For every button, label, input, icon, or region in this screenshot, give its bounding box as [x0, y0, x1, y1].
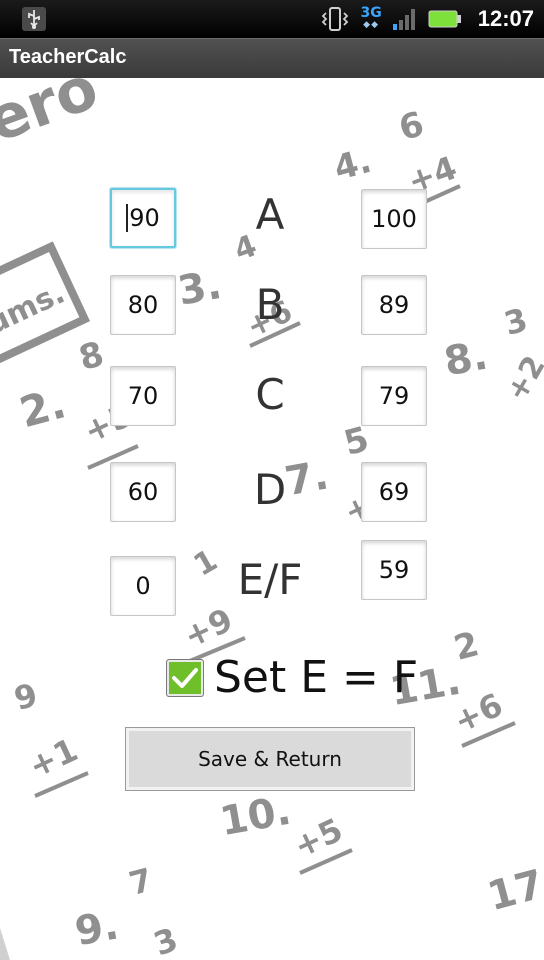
grade-letter-c: C: [255, 370, 285, 419]
svg-text:+9: +9: [178, 600, 239, 655]
3g-icon: 3G ◆◆: [360, 5, 382, 30]
usb-icon: [22, 7, 46, 31]
svg-text:3: 3: [149, 920, 183, 960]
svg-text:10.: 10.: [217, 788, 295, 846]
app-title: TeacherCalc: [9, 46, 127, 68]
svg-text:4.: 4.: [330, 141, 376, 189]
grade-a-max-input[interactable]: 100: [361, 189, 427, 249]
svg-text:+2: +2: [499, 350, 544, 407]
set-e-equals-f-row[interactable]: Set E = F: [166, 652, 418, 704]
svg-text:1: 1: [188, 543, 224, 584]
save-return-button[interactable]: Save & Return: [125, 727, 415, 791]
grade-b-min-input[interactable]: 80: [110, 275, 176, 335]
grade-e-min-input[interactable]: 0: [110, 556, 176, 616]
grade-c-min-input[interactable]: 70: [110, 366, 176, 426]
svg-text:8: 8: [75, 334, 108, 379]
status-clock: 12:07: [477, 6, 534, 31]
svg-text:6: 6: [395, 104, 428, 149]
text-cursor: [126, 204, 129, 232]
grade-letter-d: D: [253, 465, 287, 514]
grade-d-max-input[interactable]: 69: [361, 462, 427, 522]
grade-a-min-input[interactable]: 90: [110, 188, 176, 248]
grade-b-max-input[interactable]: 89: [361, 275, 427, 335]
svg-text:8.: 8.: [441, 333, 491, 386]
battery-icon: [428, 10, 461, 28]
svg-text:7: 7: [125, 861, 156, 903]
grade-letter-a: A: [255, 190, 285, 239]
svg-text:9.: 9.: [72, 902, 122, 955]
svg-text:3.: 3.: [175, 262, 225, 315]
svg-text:17.: 17.: [483, 857, 544, 920]
network-label: 3G: [360, 5, 382, 21]
signal-icon: [392, 9, 415, 30]
svg-text:2.: 2.: [14, 378, 70, 437]
grade-e-max-input[interactable]: 59: [361, 540, 427, 600]
set-e-equals-f-label[interactable]: Set E = F: [214, 652, 418, 704]
grade-d-min-input[interactable]: 60: [110, 462, 176, 522]
svg-text:3: 3: [500, 301, 531, 343]
grade-letter-b: B: [255, 280, 285, 329]
status-bar: 3G ◆◆ 12:07: [0, 0, 544, 38]
svg-text:9: 9: [10, 676, 41, 718]
vibrate-icon: [322, 7, 349, 31]
set-e-equals-f-checkbox[interactable]: [166, 659, 204, 697]
title-bar: TeacherCalc: [0, 38, 544, 78]
grade-c-max-input[interactable]: 79: [361, 366, 427, 426]
checkmark-icon: [172, 668, 198, 688]
svg-text:ero: ero: [0, 78, 107, 156]
grade-letter-e-f: E/F: [237, 555, 303, 604]
